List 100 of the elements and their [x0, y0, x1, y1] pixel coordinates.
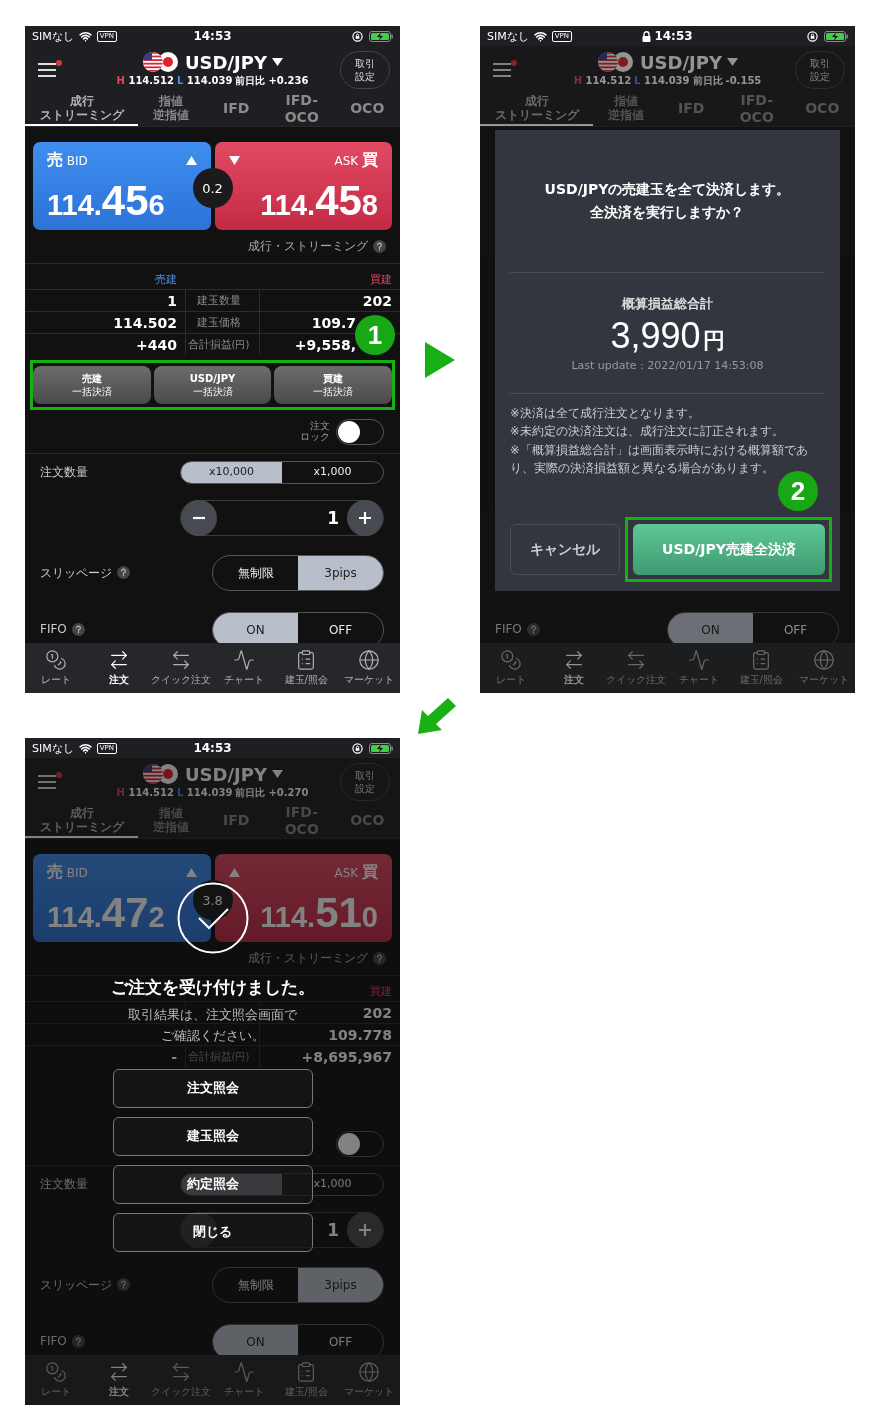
segment-option[interactable]: x10,000 [181, 461, 282, 483]
globe-icon [812, 649, 835, 671]
last-update-text: Last update : 2022/01/17 14:53:08 [571, 358, 764, 372]
nav-tab[interactable]: マーケット [792, 643, 855, 693]
wifi-icon [78, 29, 92, 43]
order-type-tab[interactable]: 成行 ストリーミング [25, 805, 138, 838]
battery-icon [824, 30, 848, 42]
inquiry-button[interactable]: 建玉照会 [112, 1116, 313, 1156]
check-circle-icon [176, 882, 249, 954]
table-cell: 202 [362, 292, 392, 309]
low-price: L 114.039 [177, 75, 233, 86]
order-lock-toggle[interactable] [336, 418, 384, 445]
low-price: L 114.039 [177, 787, 233, 798]
segment-option[interactable]: x1,000 [282, 461, 383, 483]
caret-icon[interactable] [727, 58, 738, 66]
down-left-arrow-icon [418, 697, 456, 734]
order-lock-label: 注文 ロック [300, 421, 330, 442]
nav-tab[interactable]: レート [480, 643, 543, 693]
change-value: +0.270 [268, 787, 309, 798]
nav-tab[interactable]: クイック注文 [150, 643, 213, 693]
clock-text: 14:53 [193, 741, 232, 755]
table-cell: 109.778 [328, 1026, 392, 1043]
segment-option[interactable]: OFF [753, 613, 838, 643]
sell-column-header: 売建 [155, 271, 177, 287]
inquiry-button[interactable]: 閉じる [112, 1212, 313, 1252]
segment-option[interactable]: OFF [298, 1325, 383, 1355]
close-all-button[interactable]: USD/JPY 一括決済 [153, 366, 272, 404]
coins-icon [45, 649, 68, 671]
help-icon[interactable] [373, 240, 386, 253]
completion-message: 取引結果は、注文照会画面で ご確認ください。 [128, 1006, 297, 1045]
high-price: H 114.512 [573, 75, 632, 86]
quantity-value[interactable]: 1 [327, 1220, 339, 1240]
quantity-label: 注文数量 [40, 1176, 88, 1192]
order-type-tab[interactable]: 指値 逆指値 [138, 93, 204, 126]
note-text: ※決済は全て成行注文となります。 [510, 405, 701, 422]
change-label: 前日比 [235, 74, 266, 88]
segment-option[interactable]: 3pips [298, 556, 383, 590]
price-text: 114.458 [260, 180, 378, 222]
side-label: ASK 買 [334, 862, 378, 883]
table-cell: 1 [167, 292, 177, 309]
high-price: H 114.512 [116, 787, 174, 798]
side-label: 売 BID [47, 862, 88, 883]
rotation-lock-icon [807, 30, 818, 42]
carrier-text: SIMなし [32, 28, 74, 44]
cancel-button[interactable]: キャンセル [510, 524, 620, 575]
inquiry-button[interactable]: 注文照会 [112, 1068, 313, 1108]
order-type-tab[interactable]: IFD-OCO [269, 93, 335, 126]
change-label: 前日比 [692, 74, 723, 88]
order-type-tab[interactable]: 成行 ストリーミング [480, 93, 593, 126]
nav-tab[interactable]: 注文 [87, 643, 150, 693]
flags-icon [597, 51, 635, 73]
nav-tab[interactable]: 建玉/照会 [730, 643, 793, 693]
nav-tab[interactable]: チャート [212, 643, 275, 693]
order-type-tab[interactable]: OCO [334, 93, 400, 126]
close-all-button[interactable]: 売建 一括決済 [33, 366, 151, 404]
nav-tab[interactable]: クイック注文 [605, 643, 668, 693]
segment-option[interactable]: 無制限 [213, 556, 298, 590]
order-type-tab[interactable]: IFD [203, 93, 269, 126]
nav-tab[interactable]: 注文 [542, 643, 605, 693]
coins-icon [500, 649, 523, 671]
globe-icon [357, 649, 380, 671]
change-value: +0.236 [268, 75, 309, 86]
currency-pair[interactable]: USD/JPY [185, 51, 267, 73]
help-icon[interactable] [117, 566, 130, 580]
rotation-lock-icon [352, 30, 363, 42]
inquiry-button[interactable]: 約定照会 [112, 1164, 313, 1204]
fifo-label: FIFO [40, 1334, 67, 1349]
quantity-label: 注文数量 [40, 464, 88, 480]
segment-option[interactable]: 無制限 [213, 1268, 298, 1302]
quantity-value[interactable]: 1 [327, 508, 339, 528]
nav-tab[interactable]: レート [25, 643, 88, 693]
change-value: -0.155 [725, 75, 762, 86]
nav-tab[interactable]: 注文 [87, 1355, 150, 1405]
buy-column-header: 買建 [370, 271, 392, 287]
caret-icon[interactable] [272, 58, 283, 66]
currency-pair[interactable]: USD/JPY [640, 51, 722, 73]
currency-pair[interactable]: USD/JPY [185, 763, 267, 785]
fifo-label: FIFO [495, 622, 522, 637]
price-text: 114.456 [47, 180, 165, 222]
clock-text: 14:53 [193, 29, 232, 43]
total-label: 概算損益総合計 [622, 294, 713, 313]
flags-icon [142, 51, 180, 73]
confirm-button[interactable]: USD/JPY売建全決済 [633, 524, 825, 575]
help-icon[interactable] [71, 622, 85, 636]
low-price: L 114.039 [634, 75, 690, 86]
close-all-button[interactable]: 買建 一括決済 [274, 366, 392, 404]
nav-tab[interactable]: マーケット [337, 643, 400, 693]
plus-button[interactable] [347, 500, 383, 536]
side-label: 売 BID [47, 150, 88, 171]
note-text: ※未約定の決済注文は、成行注文に訂正されます。 [510, 423, 785, 441]
segment-option[interactable]: ON [213, 613, 298, 643]
table-cell: +8,695,967 [301, 1048, 392, 1065]
segment-option[interactable]: ON [668, 613, 753, 643]
table-cell: +440 [136, 336, 177, 353]
segment-option[interactable]: OFF [298, 613, 383, 643]
table-cell: +9,558, [294, 336, 356, 353]
rotation-lock-icon [352, 742, 363, 754]
total-amount: 3,990 円 [610, 314, 725, 357]
nav-tab[interactable]: チャート [667, 643, 730, 693]
nav-tab[interactable]: 建玉/照会 [275, 643, 338, 693]
